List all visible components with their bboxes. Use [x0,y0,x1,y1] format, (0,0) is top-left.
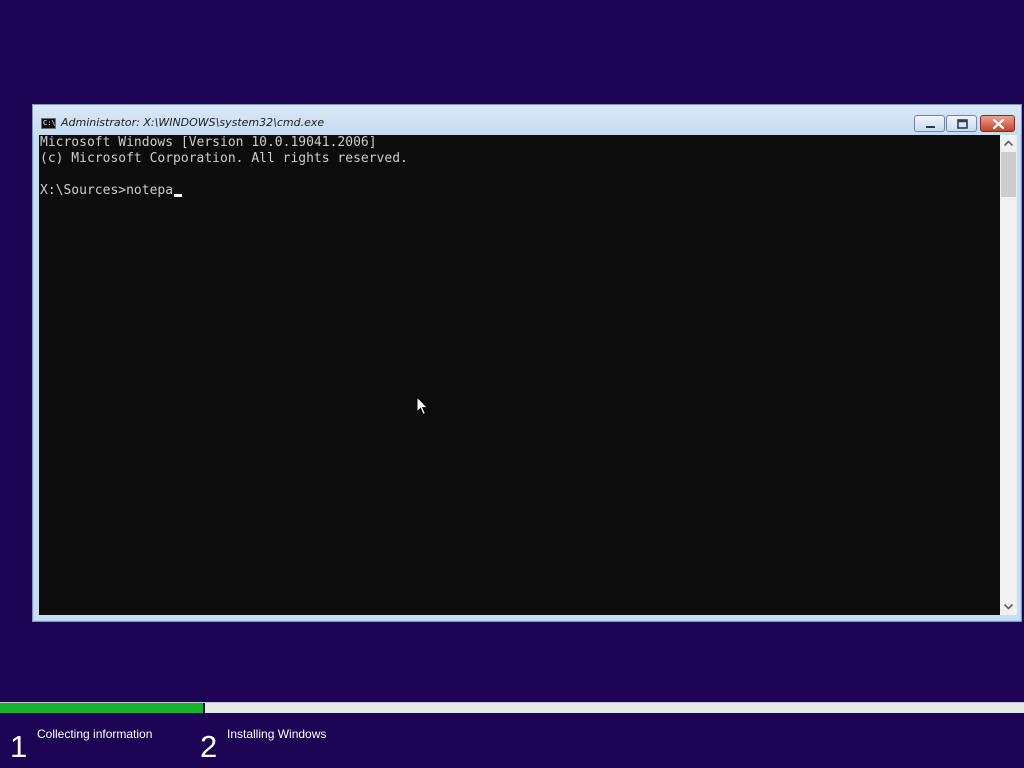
minimize-button[interactable] [914,115,945,132]
step-label: Collecting information [37,727,153,741]
console-command: X:\Sources>notepa [40,183,174,198]
console-output[interactable]: Microsoft Windows [Version 10.0.19041.20… [39,135,1000,615]
console-prompt-line[interactable]: X:\Sources>notepa [40,183,183,199]
scroll-thumb[interactable] [1001,152,1016,197]
minimize-icon [926,126,935,128]
mouse-pointer-icon [416,396,428,416]
scroll-up-button[interactable] [1000,135,1017,152]
title-bar[interactable]: C:\ Administrator: X:\WINDOWS\system32\c… [33,105,1021,135]
console-line: Microsoft Windows [Version 10.0.19041.20… [40,135,377,150]
close-button[interactable] [980,115,1015,132]
window-title: Administrator: X:\WINDOWS\system32\cmd.e… [61,116,325,129]
maximize-button[interactable] [946,115,977,132]
setup-progress-fill [0,703,205,713]
cmd-icon: C:\ [41,118,56,129]
chevron-down-icon [1003,603,1014,610]
restore-icon [957,119,968,129]
step-number: 2 [200,729,218,764]
chevron-up-icon [1003,140,1014,147]
step-number: 1 [10,729,28,764]
step-label: Installing Windows [227,727,327,741]
scroll-down-button[interactable] [1000,598,1017,615]
setup-progress-bar [0,702,1024,713]
vertical-scrollbar[interactable] [1000,135,1017,615]
cmd-window[interactable]: C:\ Administrator: X:\WINDOWS\system32\c… [32,104,1022,622]
close-icon [992,118,1005,130]
console-line: (c) Microsoft Corporation. All rights re… [40,151,408,166]
text-cursor [174,194,183,197]
